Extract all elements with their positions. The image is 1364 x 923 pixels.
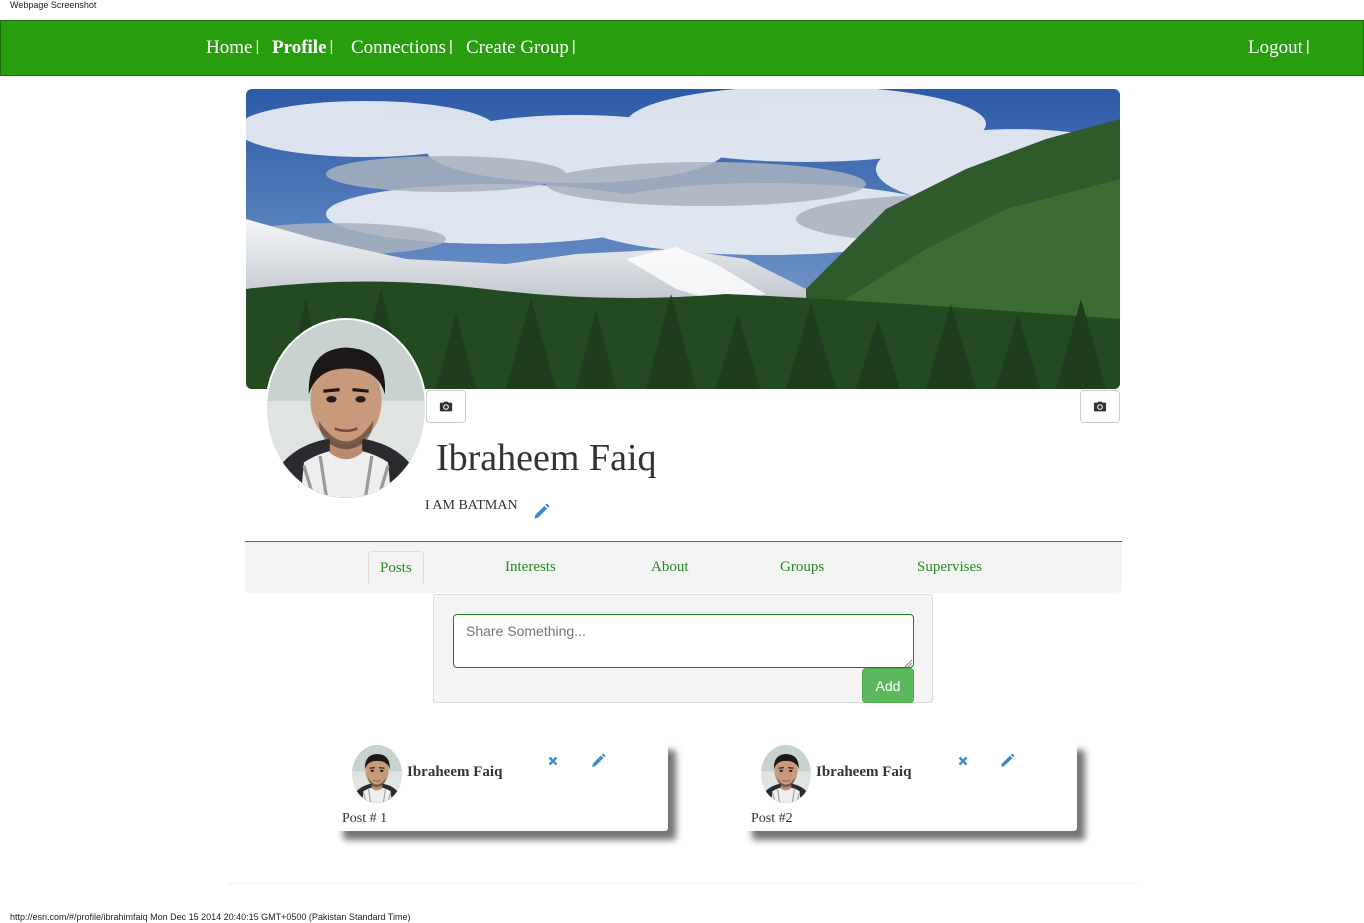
profile-tabs: Posts Interests About Groups Supervises	[245, 541, 1122, 593]
close-icon[interactable]	[956, 754, 970, 768]
post-card: Ibraheem Faiq Post # 1	[335, 741, 668, 831]
profile-name: Ibraheem Faiq	[436, 437, 657, 479]
change-cover-photo-button[interactable]	[1080, 390, 1120, 423]
nav-home[interactable]: Home |	[206, 38, 259, 59]
nav-connections[interactable]: Connections |	[351, 38, 453, 59]
nav-logout[interactable]: Logout |	[1248, 38, 1310, 59]
tab-posts[interactable]: Posts	[368, 551, 424, 584]
post-text: Post #2	[751, 811, 793, 826]
profile-avatar[interactable]	[265, 318, 427, 500]
camera-icon	[1093, 400, 1107, 414]
nav-home-label[interactable]: Home	[206, 37, 252, 58]
tab-interests[interactable]: Interests	[505, 551, 556, 584]
post-author-avatar[interactable]	[761, 745, 811, 803]
nav-connections-label[interactable]: Connections	[351, 37, 446, 58]
add-post-button[interactable]: Add	[862, 668, 914, 703]
nav-separator: |	[449, 38, 453, 55]
camera-icon	[439, 400, 453, 414]
pencil-icon[interactable]	[532, 503, 550, 521]
top-navbar: Home | Profile | Connections | Create Group…	[0, 20, 1364, 76]
pencil-icon[interactable]	[590, 753, 606, 769]
change-profile-photo-button[interactable]	[426, 390, 466, 423]
nav-separator: |	[1305, 38, 1310, 55]
footer-divider	[228, 883, 1138, 884]
profile-status: I AM BATMAN	[425, 498, 518, 513]
close-icon[interactable]	[546, 754, 560, 768]
nav-separator: |	[255, 38, 260, 55]
nav-create-group-label[interactable]: Create Group	[466, 37, 569, 58]
nav-profile[interactable]: Profile |	[272, 38, 333, 59]
post-composer: Add	[433, 594, 933, 703]
post-author-name[interactable]: Ibraheem Faiq	[407, 764, 502, 781]
nav-logout-label[interactable]: Logout	[1248, 37, 1303, 58]
post-text: Post # 1	[342, 811, 388, 826]
post-author-avatar[interactable]	[352, 745, 402, 803]
resize-grip-icon[interactable]	[904, 659, 912, 667]
tab-groups[interactable]: Groups	[780, 551, 824, 584]
pencil-icon[interactable]	[999, 753, 1015, 769]
tab-about[interactable]: About	[651, 551, 689, 584]
nav-profile-label[interactable]: Profile	[272, 37, 327, 58]
nav-separator: |	[571, 38, 576, 55]
post-author-name[interactable]: Ibraheem Faiq	[816, 764, 911, 781]
window-caption: Webpage Screenshot	[10, 0, 97, 10]
nav-separator: |	[329, 38, 334, 55]
share-input[interactable]	[453, 614, 914, 668]
post-card: Ibraheem Faiq Post #2	[744, 741, 1077, 831]
url-caption: http://esn.com/#/profile/ibrahimfaiq Mon…	[10, 912, 411, 922]
nav-create-group[interactable]: Create Group |	[466, 38, 576, 59]
tab-supervises[interactable]: Supervises	[917, 551, 982, 584]
